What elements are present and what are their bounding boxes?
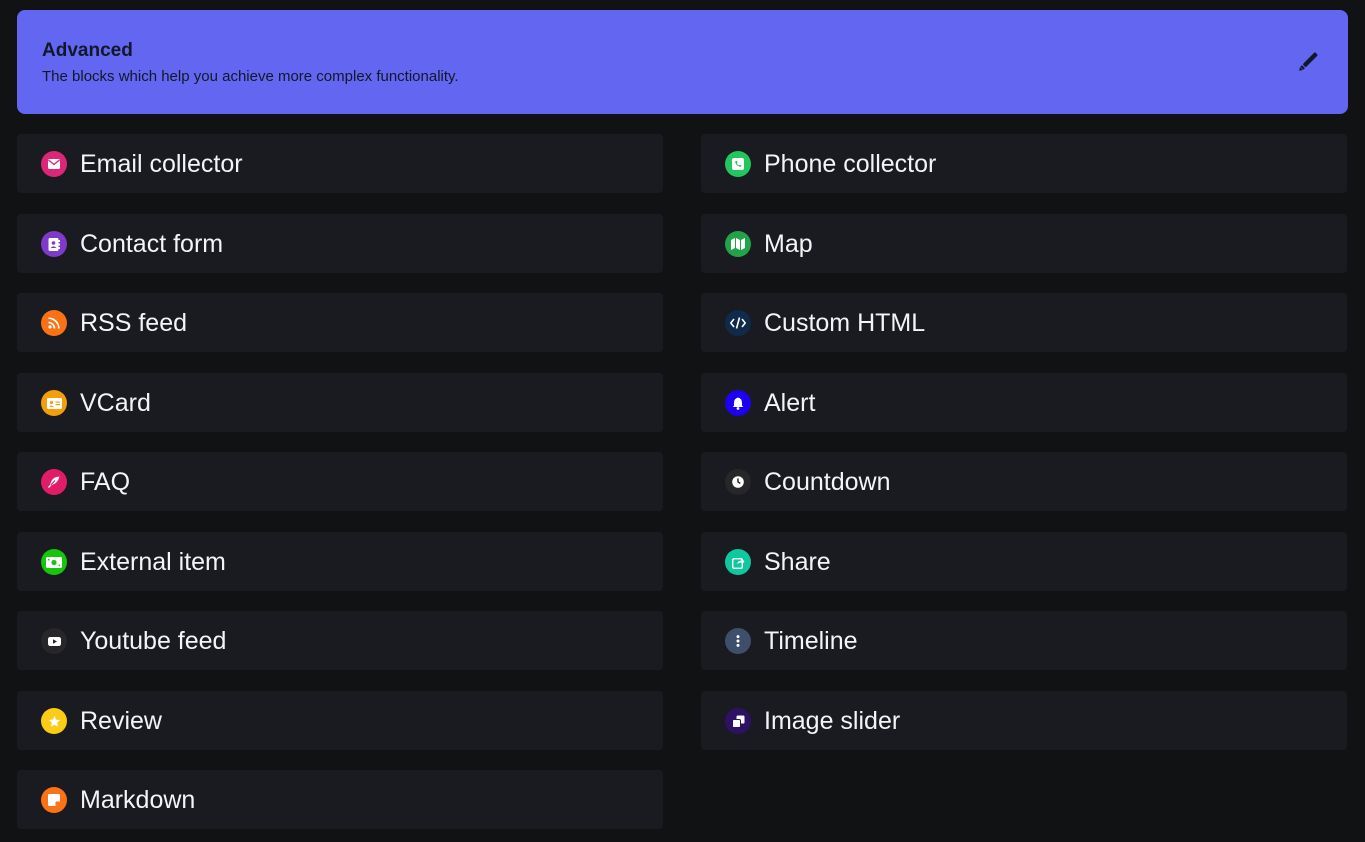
block-label: RSS feed: [80, 309, 188, 337]
clone-icon: [725, 708, 751, 734]
share-square-icon: [725, 549, 751, 575]
block-label: Markdown: [80, 786, 196, 814]
block-youtube-feed[interactable]: Youtube feed: [17, 611, 663, 670]
block-label: Contact form: [80, 230, 224, 258]
block-custom-html[interactable]: Custom HTML: [701, 293, 1347, 352]
block-label: Image slider: [764, 707, 901, 735]
block-label: FAQ: [80, 468, 131, 496]
star-icon: [41, 708, 67, 734]
block-label: Youtube feed: [80, 627, 227, 655]
envelope-icon: [41, 151, 67, 177]
block-label: VCard: [80, 389, 151, 417]
address-book-icon: [41, 231, 67, 257]
block-contact-form[interactable]: Contact form: [17, 214, 663, 273]
block-label: Map: [764, 230, 813, 258]
block-label: Share: [764, 548, 831, 576]
block-markdown[interactable]: Markdown: [17, 770, 663, 829]
block-alert[interactable]: Alert: [701, 373, 1347, 432]
block-timeline[interactable]: Timeline: [701, 611, 1347, 670]
block-image-slider[interactable]: Image slider: [701, 691, 1347, 750]
block-map[interactable]: Map: [701, 214, 1347, 273]
block-share[interactable]: Share: [701, 532, 1347, 591]
block-vcard[interactable]: VCard: [17, 373, 663, 432]
category-title: Advanced: [42, 40, 133, 61]
ellipsis-vertical-icon: [725, 628, 751, 654]
map-icon: [725, 231, 751, 257]
category-description: The blocks which help you achieve more c…: [42, 68, 459, 85]
block-label: Phone collector: [764, 150, 937, 178]
block-rss-feed[interactable]: RSS feed: [17, 293, 663, 352]
youtube-icon: [41, 628, 67, 654]
block-countdown[interactable]: Countdown: [701, 452, 1347, 511]
block-email-collector[interactable]: Email collector: [17, 134, 663, 193]
block-label: Email collector: [80, 150, 243, 178]
block-phone-collector[interactable]: Phone collector: [701, 134, 1347, 193]
phone-square-icon: [725, 151, 751, 177]
block-label: External item: [80, 548, 226, 576]
money-bill-icon: [41, 549, 67, 575]
feather-icon: [41, 469, 67, 495]
block-label: Countdown: [764, 468, 891, 496]
block-external-item[interactable]: External item: [17, 532, 663, 591]
bell-icon: [725, 390, 751, 416]
block-label: Alert: [764, 389, 816, 417]
code-icon: [725, 310, 751, 336]
sticky-note-icon: [41, 787, 67, 813]
block-review[interactable]: Review: [17, 691, 663, 750]
id-card-icon: [41, 390, 67, 416]
block-label: Review: [80, 707, 162, 735]
clock-icon: [725, 469, 751, 495]
block-label: Timeline: [764, 627, 858, 655]
category-header: Advanced The blocks which help you achie…: [17, 10, 1348, 114]
advanced-blocks-panel: Advanced The blocks which help you achie…: [0, 0, 1365, 842]
rss-icon: [41, 310, 67, 336]
block-faq[interactable]: FAQ: [17, 452, 663, 511]
block-label: Custom HTML: [764, 309, 926, 337]
pencil-icon[interactable]: [1292, 46, 1324, 78]
